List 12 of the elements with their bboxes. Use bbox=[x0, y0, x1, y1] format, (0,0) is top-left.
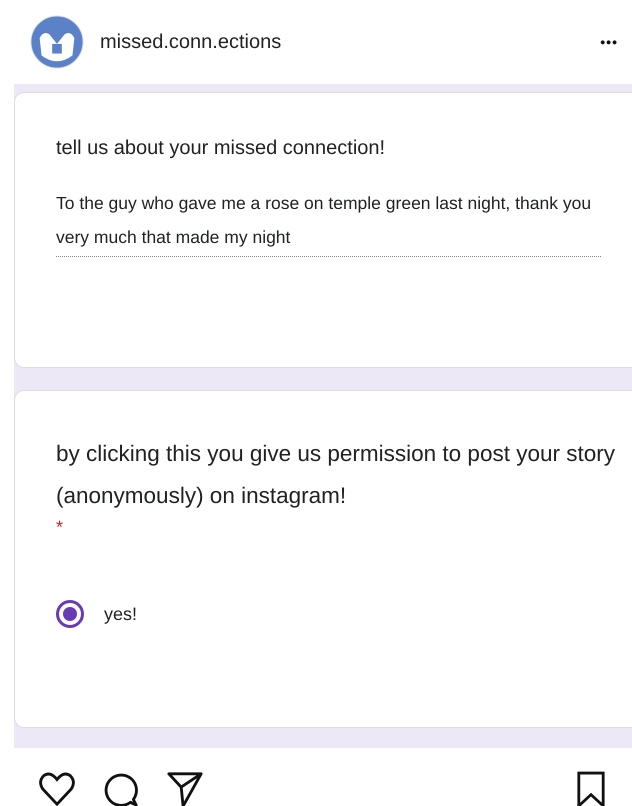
radio-button[interactable] bbox=[56, 600, 84, 628]
logo-icon[interactable] bbox=[30, 15, 84, 69]
option-label: yes! bbox=[104, 604, 138, 624]
more-button[interactable]: ••• bbox=[600, 34, 618, 50]
heart-icon[interactable] bbox=[38, 770, 76, 806]
username[interactable]: missed.conn.ections bbox=[100, 30, 584, 54]
question-text: by clicking this you give us permission to post your story (anonymously) on instagram! bbox=[56, 440, 616, 510]
question-text: tell us about your missed connection! bbox=[56, 137, 386, 160]
answer-field[interactable]: To the guy who gave me a rose on temple green last night, thank you very much that made my night bbox=[56, 186, 601, 257]
bookmark-icon[interactable] bbox=[576, 770, 606, 806]
required-mark: * bbox=[56, 517, 64, 538]
send-icon[interactable] bbox=[166, 770, 204, 806]
